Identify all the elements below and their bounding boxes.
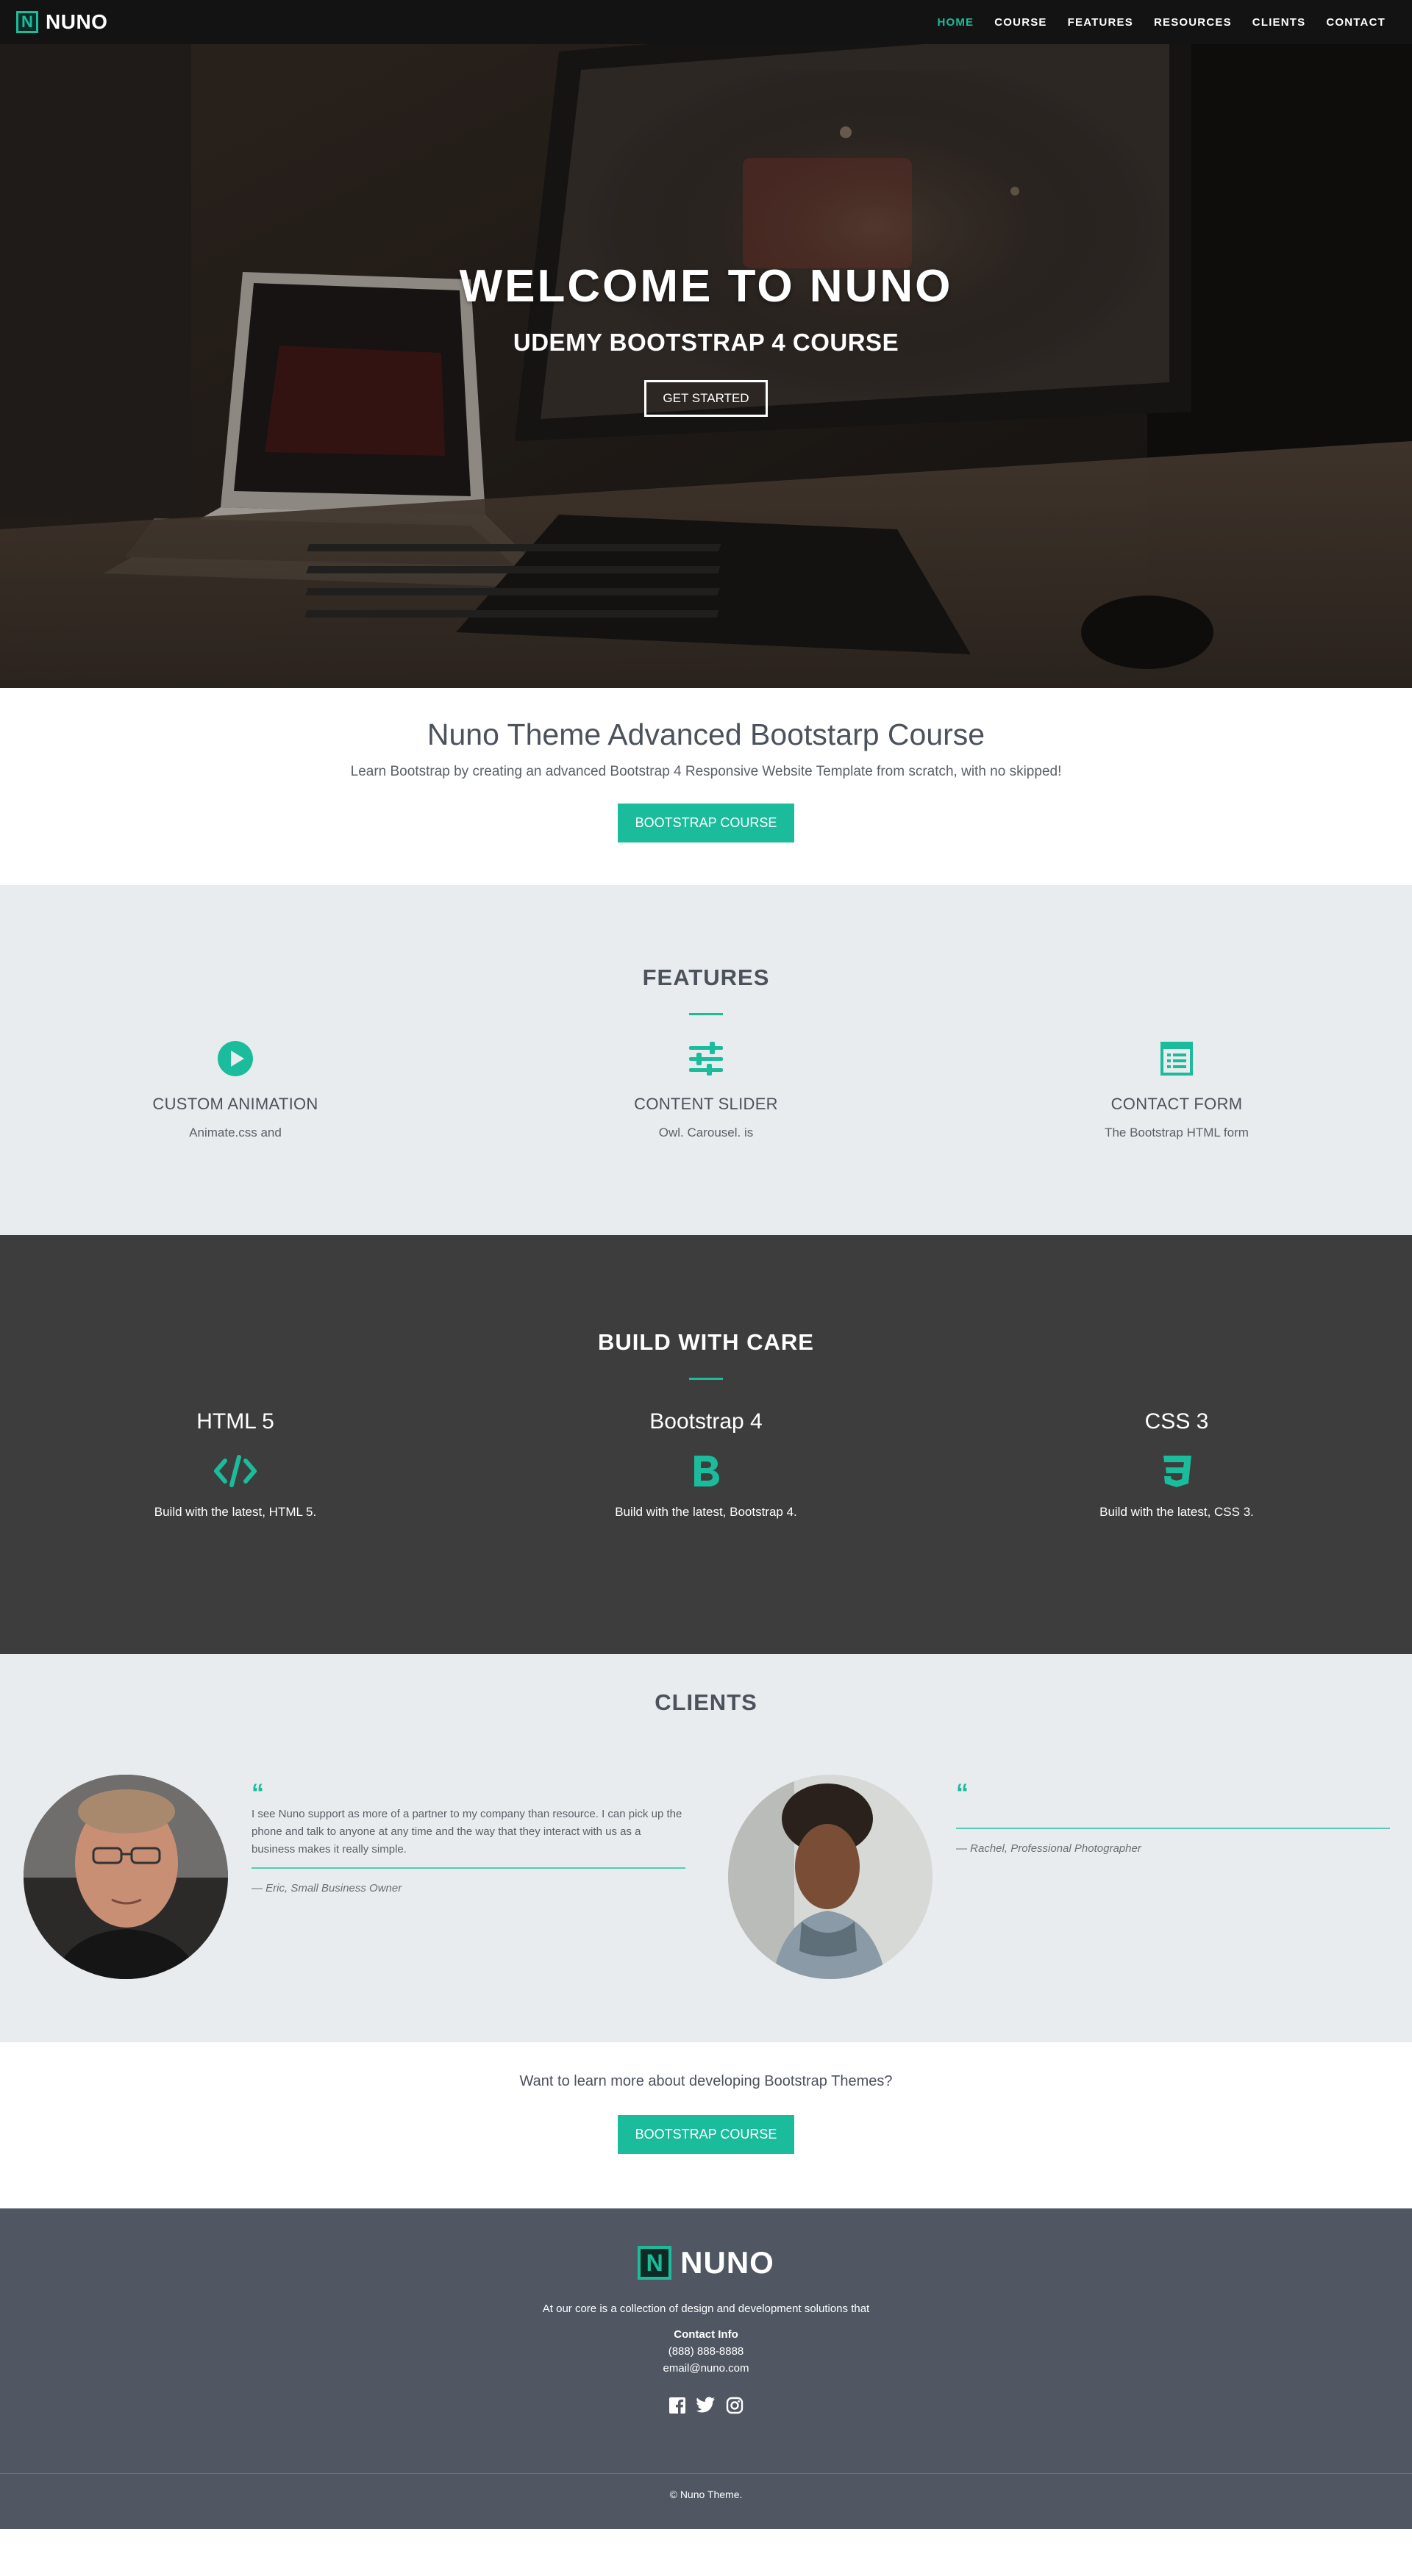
feature-item: CONTENT SLIDER Owl. Carousel. is (471, 1037, 941, 1140)
build-item: HTML 5 Build with the latest, HTML 5. (0, 1409, 471, 1520)
footer: N NUNO At our core is a collection of de… (0, 2208, 1412, 2473)
build-item-title: CSS 3 (1144, 1409, 1209, 1434)
nav-links: HOME COURSE FEATURES RESOURCES CLIENTS C… (937, 16, 1386, 29)
testimonial-rachel: “ — Rachel, Professional Photographer (728, 1775, 1390, 1979)
build-item: CSS 3 Build with the latest, CSS 3. (941, 1409, 1412, 1520)
avatar (24, 1775, 228, 1979)
build-item-text: Build with the latest, CSS 3. (1099, 1505, 1254, 1519)
feature-title: CONTACT FORM (1110, 1095, 1243, 1113)
feature-row: CUSTOM ANIMATION Animate.css and CONTENT… (0, 1037, 1412, 1140)
build-divider (689, 1378, 723, 1380)
build-title: BUILD WITH CARE (598, 1329, 814, 1355)
quote-divider (252, 1867, 685, 1869)
get-started-button[interactable]: GET STARTED (644, 380, 768, 417)
copyright-text: © Nuno Theme. (669, 2489, 743, 2500)
footer-email[interactable]: email@nuno.com (0, 2362, 1412, 2375)
clients-section: CLIENTS “ I see Nuno support as more of … (0, 1654, 1412, 2042)
avatar (728, 1775, 933, 1979)
feature-title: CONTENT SLIDER (634, 1095, 778, 1113)
feature-text: Owl. Carousel. is (658, 1126, 754, 1139)
logo-icon: N (638, 2246, 672, 2280)
navbar: N NUNO HOME COURSE FEATURES RESOURCES CL… (0, 0, 1412, 44)
testimonial-body: “ — Rachel, Professional Photographer (956, 1781, 1390, 1855)
sliders-icon (471, 1037, 941, 1080)
footer-brand-name: NUNO (680, 2245, 774, 2280)
build-section: BUILD WITH CARE HTML 5 Build with the la… (0, 1235, 1412, 1654)
feature-text: Animate.css and (189, 1126, 282, 1139)
nav-link-resources[interactable]: RESOURCES (1154, 16, 1232, 29)
brand-name: NUNO (46, 10, 108, 33)
hero-title: WELCOME TO NUNO (459, 261, 953, 312)
features-divider (689, 1013, 723, 1015)
footer-bottom-bar: © Nuno Theme. (0, 2473, 1412, 2529)
feature-item: CUSTOM ANIMATION Animate.css and (0, 1037, 471, 1140)
page-bottom-space (0, 2529, 1412, 2576)
css3-icon (941, 1442, 1412, 1500)
social-links (0, 2397, 1412, 2418)
feature-item: CONTACT FORM The Bootstrap HTML form (941, 1037, 1412, 1140)
hero-subtitle: UDEMY BOOTSTRAP 4 COURSE (513, 329, 899, 356)
clients-title: CLIENTS (655, 1689, 757, 1715)
testimonial-body: “ I see Nuno support as more of a partne… (252, 1781, 685, 1895)
intro-text: Learn Bootstrap by creating an advanced … (350, 764, 1062, 779)
nav-link-clients[interactable]: CLIENTS (1252, 16, 1306, 29)
testimonial-quote: I see Nuno support as more of a partner … (252, 1808, 682, 1856)
nav-link-home[interactable]: HOME (937, 16, 974, 29)
nav-link-contact[interactable]: CONTACT (1326, 16, 1386, 29)
cta-text: Want to learn more about developing Boot… (519, 2073, 893, 2089)
hero-section: WELCOME TO NUNO UDEMY BOOTSTRAP 4 COURSE… (0, 0, 1412, 688)
facebook-icon[interactable] (668, 2397, 686, 2418)
intro-title: Nuno Theme Advanced Bootstarp Course (427, 718, 985, 751)
testimonial-cite: — Eric, Small Business Owner (252, 1882, 402, 1895)
features-title: FEATURES (642, 965, 770, 990)
intro-section: Nuno Theme Advanced Bootstarp Course Lea… (0, 688, 1412, 885)
feature-title: CUSTOM ANIMATION (152, 1095, 318, 1113)
cta-section: Want to learn more about developing Boot… (0, 2042, 1412, 2208)
build-item: Bootstrap 4 Build with the latest, Boots… (471, 1409, 941, 1520)
quote-divider (956, 1828, 1390, 1829)
nav-link-features[interactable]: FEATURES (1068, 16, 1133, 29)
features-section: FEATURES CUSTOM ANIMATION Animate.css an… (0, 885, 1412, 1235)
build-row: HTML 5 Build with the latest, HTML 5. Bo… (0, 1409, 1412, 1520)
nav-link-course[interactable]: COURSE (994, 16, 1046, 29)
build-item-title: Bootstrap 4 (649, 1409, 763, 1434)
build-item-title: HTML 5 (196, 1409, 274, 1434)
instagram-icon[interactable] (726, 2397, 744, 2418)
testimonial-cite: — Rachel, Professional Photographer (956, 1842, 1141, 1855)
bootstrap-course-button-cta[interactable]: BOOTSTRAP COURSE (617, 2115, 795, 2154)
bootstrap-icon (471, 1442, 941, 1500)
footer-brand[interactable]: N NUNO (0, 2245, 1412, 2280)
quote-icon: “ (252, 1779, 264, 1807)
hero-content: WELCOME TO NUNO UDEMY BOOTSTRAP 4 COURSE… (0, 260, 1412, 417)
logo-icon: N (16, 11, 38, 33)
code-icon (0, 1442, 471, 1500)
play-circle-icon (0, 1037, 471, 1080)
form-icon (941, 1037, 1412, 1080)
quote-icon: “ (956, 1779, 969, 1807)
twitter-icon[interactable] (696, 2397, 716, 2418)
brand-logo-link[interactable]: N NUNO (16, 10, 107, 34)
build-item-text: Build with the latest, HTML 5. (154, 1505, 317, 1519)
footer-contact-title: Contact Info (674, 2328, 738, 2341)
testimonial-eric: “ I see Nuno support as more of a partne… (24, 1775, 685, 1979)
footer-phone: (888) 888-8888 (668, 2345, 744, 2358)
build-item-text: Build with the latest, Bootstrap 4. (615, 1505, 797, 1519)
bootstrap-course-button[interactable]: BOOTSTRAP COURSE (617, 804, 795, 842)
footer-description: At our core is a collection of design an… (542, 2303, 870, 2315)
feature-text: The Bootstrap HTML form (1105, 1126, 1249, 1139)
